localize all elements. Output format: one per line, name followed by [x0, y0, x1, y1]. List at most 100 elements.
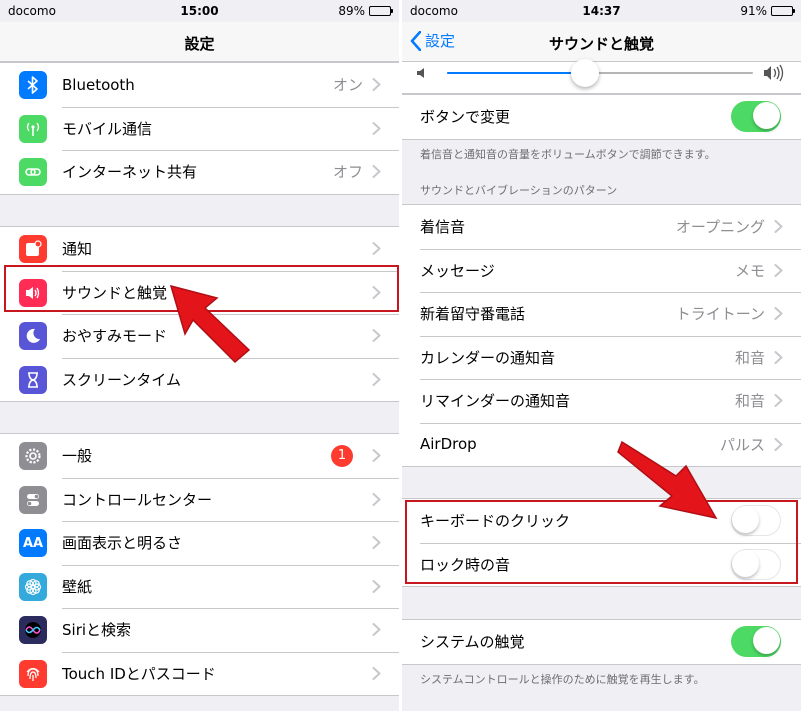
settings-group: Bluetooth オンモバイル通信インターネット共有 オフ [0, 62, 399, 195]
row-value: オフ [332, 163, 363, 182]
change-with-buttons-label: ボタンで変更 [420, 108, 511, 127]
system-haptics-group: システムの触覚 [402, 619, 801, 665]
keyboard-click-toggle[interactable] [731, 505, 781, 536]
settings-row[interactable]: モバイル通信 [0, 106, 399, 151]
settings-screen: docomo 15:00 89% 設定 Bluetooth オンモバイル通信インタ… [0, 0, 399, 711]
fingerprint-icon [19, 659, 47, 688]
change-with-buttons-note: 着信音と通知音の音量をボリュームボタンで調節できます。 [420, 148, 716, 161]
row-label: インターネット共有 [62, 163, 198, 182]
volume-slider-row [402, 59, 801, 94]
flower-icon [19, 572, 47, 601]
settings-row[interactable]: 壁紙 [0, 564, 399, 609]
notification-icon [19, 235, 47, 263]
battery-icon [771, 6, 795, 16]
row-label: 通知 [62, 240, 93, 259]
chevron-right-icon [774, 307, 783, 320]
chevron-right-icon [774, 220, 783, 233]
chevron-right-icon [372, 165, 381, 178]
row-label: コントロールセンター [62, 490, 213, 509]
row-label: Siriと検索 [62, 621, 132, 640]
row-label: サウンドと触覚 [62, 283, 168, 302]
chevron-right-icon [372, 372, 381, 386]
settings-row[interactable]: AA 画面表示と明るさ [0, 521, 399, 565]
pattern-row[interactable]: リマインダーの通知音 和音 [402, 379, 801, 423]
lock-sound-row: ロック時の音 [402, 542, 801, 587]
battery-icon [369, 6, 393, 16]
chevron-right-icon [372, 285, 381, 299]
battery-percent: 89% [338, 4, 365, 18]
speaker-low-icon [417, 68, 424, 78]
sound-settings-screen: docomo 14:37 91% 設定 サウンドと触覚 ボタンで変更 着信音と通… [402, 0, 801, 711]
settings-row[interactable]: 通知 [0, 227, 399, 271]
navigation-bar: 設定 [0, 22, 399, 62]
chevron-right-icon [372, 121, 381, 135]
pattern-label: 新着留守番電話 [420, 305, 526, 324]
volume-slider[interactable] [447, 59, 753, 87]
settings-row[interactable]: コントロールセンター [0, 477, 399, 522]
page-title: 設定 [184, 35, 215, 53]
pointer-arrow-icon [617, 440, 718, 520]
hourglass-icon [19, 365, 47, 394]
page-title: サウンドと触覚 [548, 35, 654, 53]
chevron-right-icon [372, 78, 381, 91]
row-label: 壁紙 [62, 577, 93, 596]
bluetooth-icon [19, 71, 47, 99]
status-bar: docomo 14:37 91% [402, 0, 801, 22]
status-bar: docomo 15:00 89% [0, 0, 399, 22]
chevron-right-icon [372, 623, 381, 636]
settings-group: 一般 1 コントロールセンター AA 画面表示と明るさ 壁紙 Siriと検索 Touch ID… [0, 433, 399, 696]
click-sounds-group: キーボードのクリック ロック時の音 [402, 498, 801, 587]
keyboard-click-label: キーボードのクリック [420, 512, 571, 531]
pattern-label: リマインダーの通知音 [420, 392, 571, 411]
row-label: 一般 [62, 447, 93, 466]
chevron-right-icon [372, 242, 381, 255]
pattern-section-header: サウンドとバイブレーションのパターン [420, 184, 618, 197]
pattern-row[interactable]: 新着留守番電話 トライトーン [402, 292, 801, 336]
pattern-row[interactable]: AirDrop パルス [402, 422, 801, 467]
siri-icon [19, 616, 47, 644]
system-haptics-label: システムの触覚 [420, 633, 525, 652]
change-with-buttons-toggle[interactable] [731, 101, 781, 132]
pattern-value: トライトーン [675, 305, 765, 324]
change-with-buttons-group: ボタンで変更 [402, 94, 801, 140]
pattern-row[interactable]: カレンダーの通知音 和音 [402, 335, 801, 380]
pattern-value: 和音 [734, 348, 765, 367]
row-label: おやすみモード [62, 327, 168, 346]
pointer-arrow-icon [169, 284, 251, 364]
pattern-value: パルス [719, 435, 765, 454]
volume-slider-knob[interactable] [570, 59, 599, 87]
chevron-right-icon [372, 579, 381, 593]
antenna-icon [19, 114, 47, 143]
system-haptics-toggle[interactable] [731, 626, 781, 657]
chain-link-icon [19, 158, 47, 186]
volume-slider-fill [447, 72, 585, 74]
chevron-right-icon [372, 492, 381, 506]
speaker-high-icon [764, 64, 784, 82]
settings-row[interactable]: 一般 1 [0, 434, 399, 478]
row-label: Touch IDとパスコード [62, 664, 216, 683]
settings-row[interactable]: Touch IDとパスコード [0, 651, 399, 696]
row-label: 画面表示と明るさ [62, 534, 183, 553]
pattern-label: カレンダーの通知音 [420, 348, 556, 367]
notification-badge: 1 [331, 445, 353, 467]
pattern-row[interactable]: メッセージ メモ [402, 248, 801, 293]
chevron-right-icon [372, 536, 381, 549]
gear-icon [19, 442, 47, 470]
pattern-value: 和音 [734, 392, 765, 411]
chevron-right-icon [774, 350, 783, 364]
chevron-right-icon [372, 329, 381, 342]
pattern-row[interactable]: 着信音 オープニング [402, 205, 801, 249]
sound-patterns-group: 着信音 オープニング メッセージ メモ 新着留守番電話 トライトーン カレンダーの通知音 和音… [402, 204, 801, 467]
text-size-icon: AA [19, 529, 47, 557]
lock-sound-label: ロック時の音 [420, 555, 511, 574]
system-haptics-row: システムの触覚 [402, 620, 801, 664]
pattern-label: メッセージ [420, 261, 495, 280]
settings-row[interactable]: Bluetooth オン [0, 63, 399, 107]
lock-sound-toggle[interactable] [731, 548, 781, 580]
row-label: モバイル通信 [62, 119, 153, 138]
row-value: オン [332, 76, 363, 95]
chevron-right-icon [372, 666, 381, 680]
keyboard-click-row: キーボードのクリック [402, 499, 801, 543]
settings-row[interactable]: インターネット共有 オフ [0, 150, 399, 194]
settings-row[interactable]: Siriと検索 [0, 608, 399, 652]
